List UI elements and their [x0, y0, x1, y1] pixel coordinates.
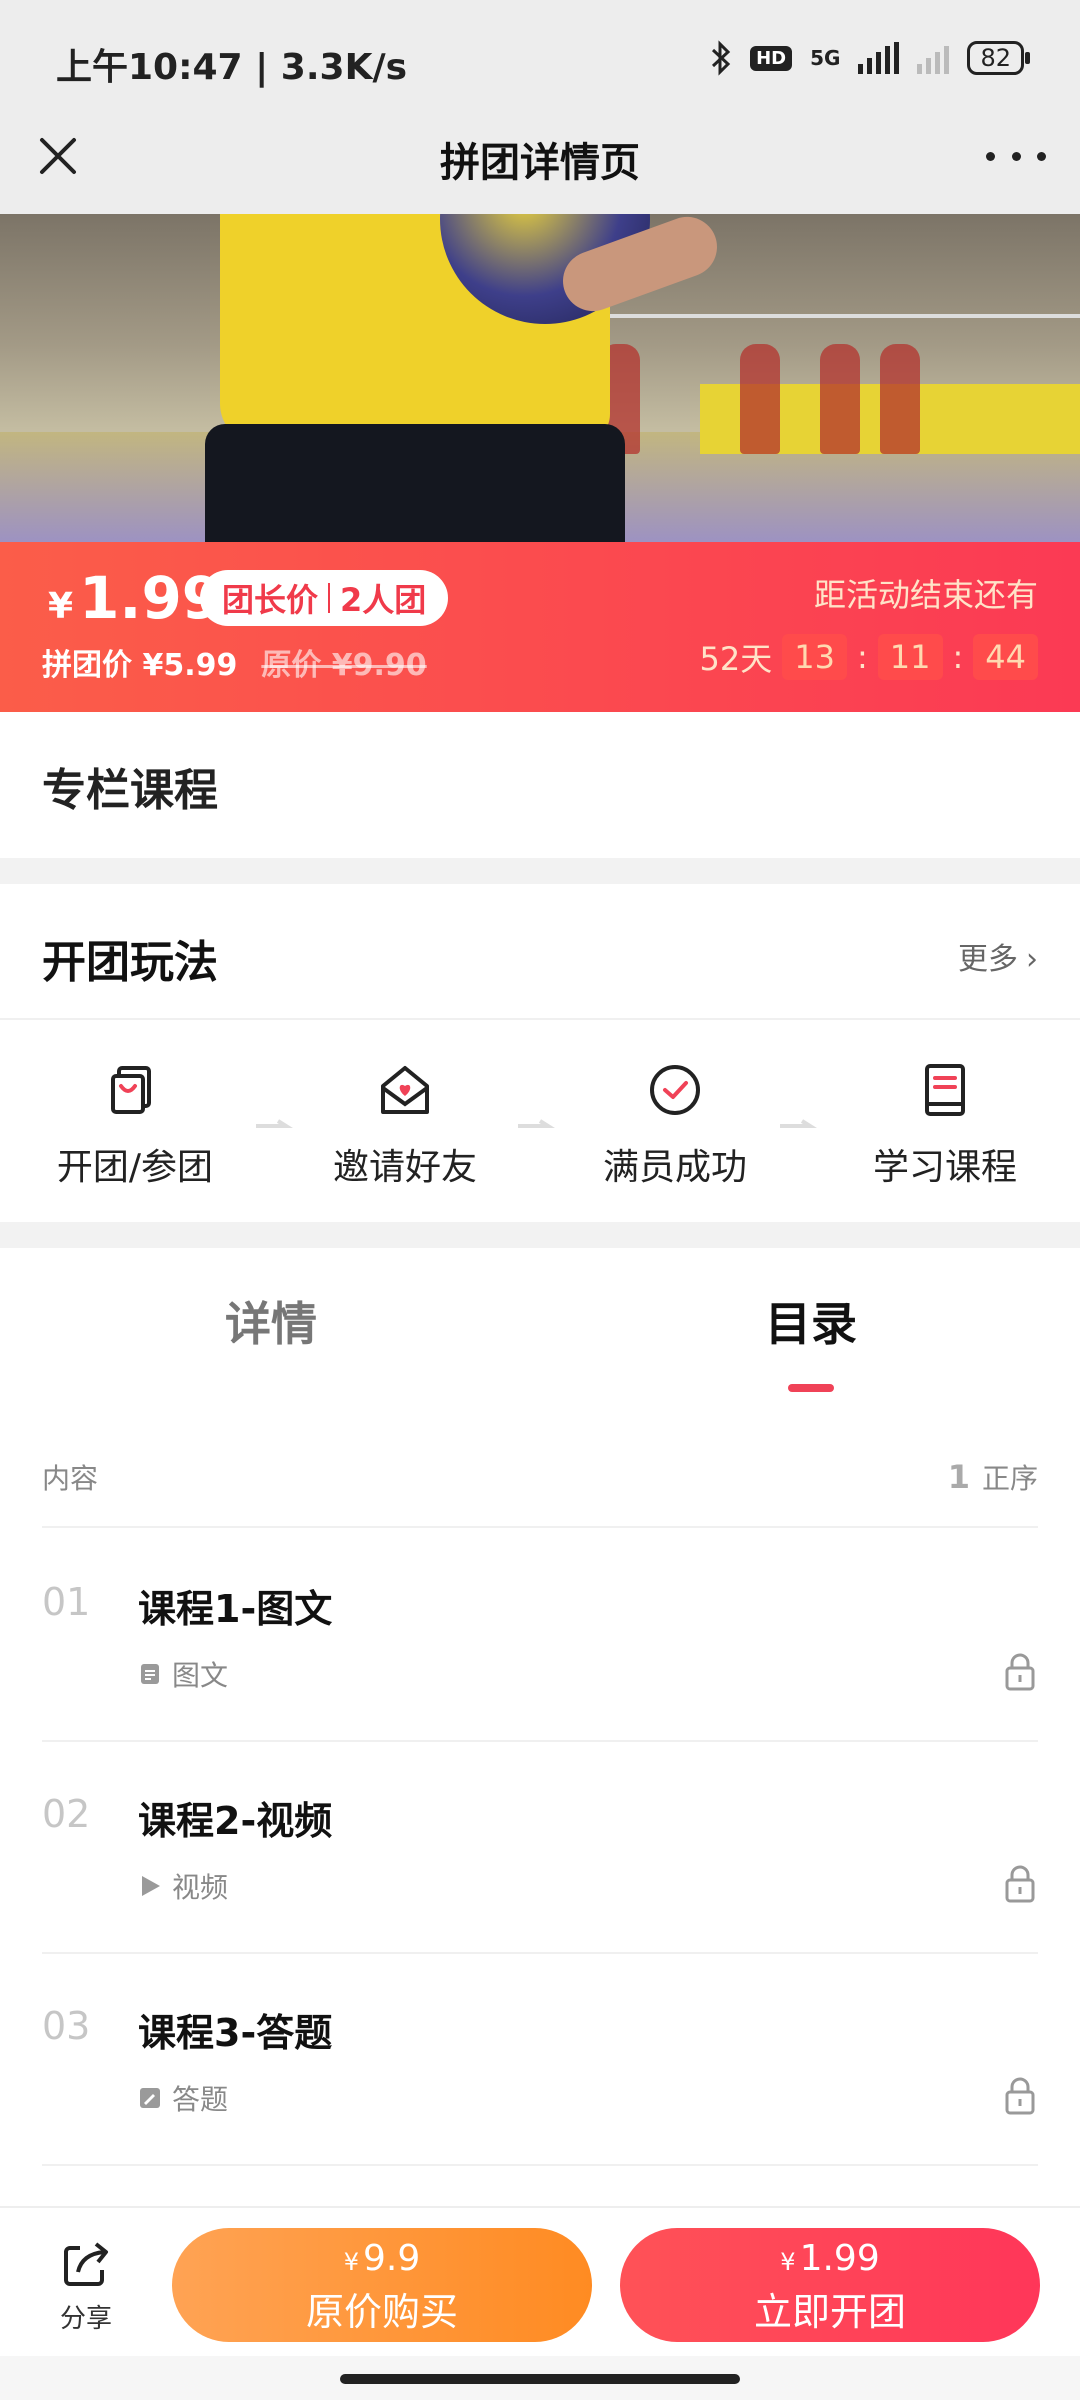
- chevron-right-icon: ›: [1026, 942, 1038, 977]
- bottom-action-bar: 分享 ¥9.9 原价购买 ¥1.99 立即开团: [0, 2206, 1080, 2356]
- original-price: 原价 ¥9.90: [261, 648, 427, 683]
- nav-bar: 拼团详情页: [0, 100, 1080, 214]
- more-menu-icon[interactable]: [986, 136, 1046, 176]
- bluetooth-icon: [712, 40, 731, 76]
- step-study-course: 学习课程: [810, 1060, 1080, 1190]
- share-button[interactable]: 分享: [46, 2238, 126, 2335]
- check-circle-icon: [650, 1065, 700, 1115]
- active-tab-indicator: [788, 1384, 834, 1392]
- share-icon: [64, 2242, 108, 2286]
- catalog-list-header: 内容 1 正序: [42, 1428, 1038, 1528]
- bag-icon: [111, 1066, 151, 1114]
- lesson-number: 02: [42, 1792, 91, 1836]
- price-comparison: 拼团价 ¥5.99 原价 ¥9.90: [42, 640, 427, 684]
- lesson-type: 图文: [138, 1654, 228, 1694]
- countdown-hours: 13: [782, 634, 847, 680]
- countdown-label: 距活动结束还有: [813, 576, 1038, 614]
- lesson-item[interactable]: 01 课程1-图文 图文: [42, 1530, 1038, 1742]
- content-tabs-section: 详情 目录 内容 1 正序 01 课程1-图文 图文 02 课程2-视频 视频 …: [0, 1248, 1080, 2208]
- step-start-join: 开团/参团: [0, 1060, 270, 1190]
- battery-icon: 82: [967, 41, 1030, 75]
- play-icon: [142, 1876, 160, 1896]
- page-title: 拼团详情页: [440, 140, 640, 186]
- envelope-heart-icon: [381, 1066, 429, 1114]
- more-link[interactable]: 更多 ›: [950, 934, 1038, 978]
- step-arrow-icon: [256, 1119, 293, 1128]
- group-price-banner: ¥ 1.99 团长价 2人团 拼团价 ¥5.99 原价 ¥9.90 距活动结束还…: [0, 542, 1080, 712]
- step-group-complete: 满员成功: [540, 1060, 810, 1190]
- countdown-days: 52天: [699, 640, 773, 678]
- countdown-timer: 52天 13 : 11 : 44: [700, 634, 1038, 680]
- status-time-speed: 上午10:47 | 3.3K/s: [56, 47, 408, 88]
- step-arrow-icon: [780, 1119, 817, 1128]
- lesson-type: 视频: [138, 1866, 228, 1906]
- buy-original-price-button[interactable]: ¥9.9 原价购买: [172, 2228, 592, 2342]
- content-label: 内容: [42, 1462, 99, 1495]
- lock-icon: [1005, 1653, 1035, 1691]
- home-indicator[interactable]: [0, 2356, 1080, 2400]
- lesson-item[interactable]: 03 课程3-答题 答题: [42, 1954, 1038, 2166]
- sort-icon: 1: [947, 1458, 970, 1496]
- lock-icon: [1005, 2077, 1035, 2115]
- lesson-title: 课程3-答题: [138, 2011, 333, 2055]
- document-icon: [141, 1664, 159, 1684]
- signal-icon-secondary: [917, 42, 950, 74]
- hd-badge: HD: [750, 45, 793, 71]
- lesson-number: 01: [42, 1580, 91, 1624]
- quiz-icon: [140, 2088, 160, 2108]
- book-icon: [925, 1064, 965, 1116]
- leader-price: ¥ 1.99: [48, 564, 223, 632]
- group-rules-heading: 开团玩法: [42, 937, 218, 988]
- signal-icon: [858, 42, 900, 74]
- group-rules-section: 开团玩法 更多 › 开团/参团 邀请好友 满员成功 学习课程: [0, 884, 1080, 1222]
- lesson-title: 课程1-图文: [138, 1587, 333, 1631]
- lesson-number: 03: [42, 2004, 91, 2048]
- tab-details[interactable]: 详情: [225, 1288, 317, 1354]
- lesson-item[interactable]: 02 课程2-视频 视频: [42, 1742, 1038, 1954]
- lesson-type: 答题: [138, 2078, 228, 2118]
- countdown-seconds: 44: [973, 634, 1038, 680]
- countdown-minutes: 11: [877, 634, 943, 680]
- sort-toggle[interactable]: 1 正序: [948, 1457, 1038, 1497]
- tab-bar: 详情 目录: [0, 1288, 1080, 1388]
- lesson-title: 课程2-视频: [138, 1799, 333, 1843]
- hero-image: [0, 214, 1080, 542]
- column-course-heading: 专栏课程: [42, 765, 218, 816]
- leader-price-tag: 团长价 2人团: [200, 570, 449, 626]
- network-label: 5G: [810, 46, 841, 70]
- column-course-section: 专栏课程: [0, 712, 1080, 858]
- start-group-button[interactable]: ¥1.99 立即开团: [620, 2228, 1040, 2342]
- lock-icon: [1005, 1865, 1035, 1903]
- group-price: 拼团价 ¥5.99: [42, 648, 238, 683]
- tab-catalog[interactable]: 目录: [765, 1288, 857, 1354]
- step-arrow-icon: [518, 1119, 555, 1128]
- status-indicators: HD 5G 82: [710, 40, 1030, 76]
- step-invite-friends: 邀请好友: [270, 1060, 540, 1190]
